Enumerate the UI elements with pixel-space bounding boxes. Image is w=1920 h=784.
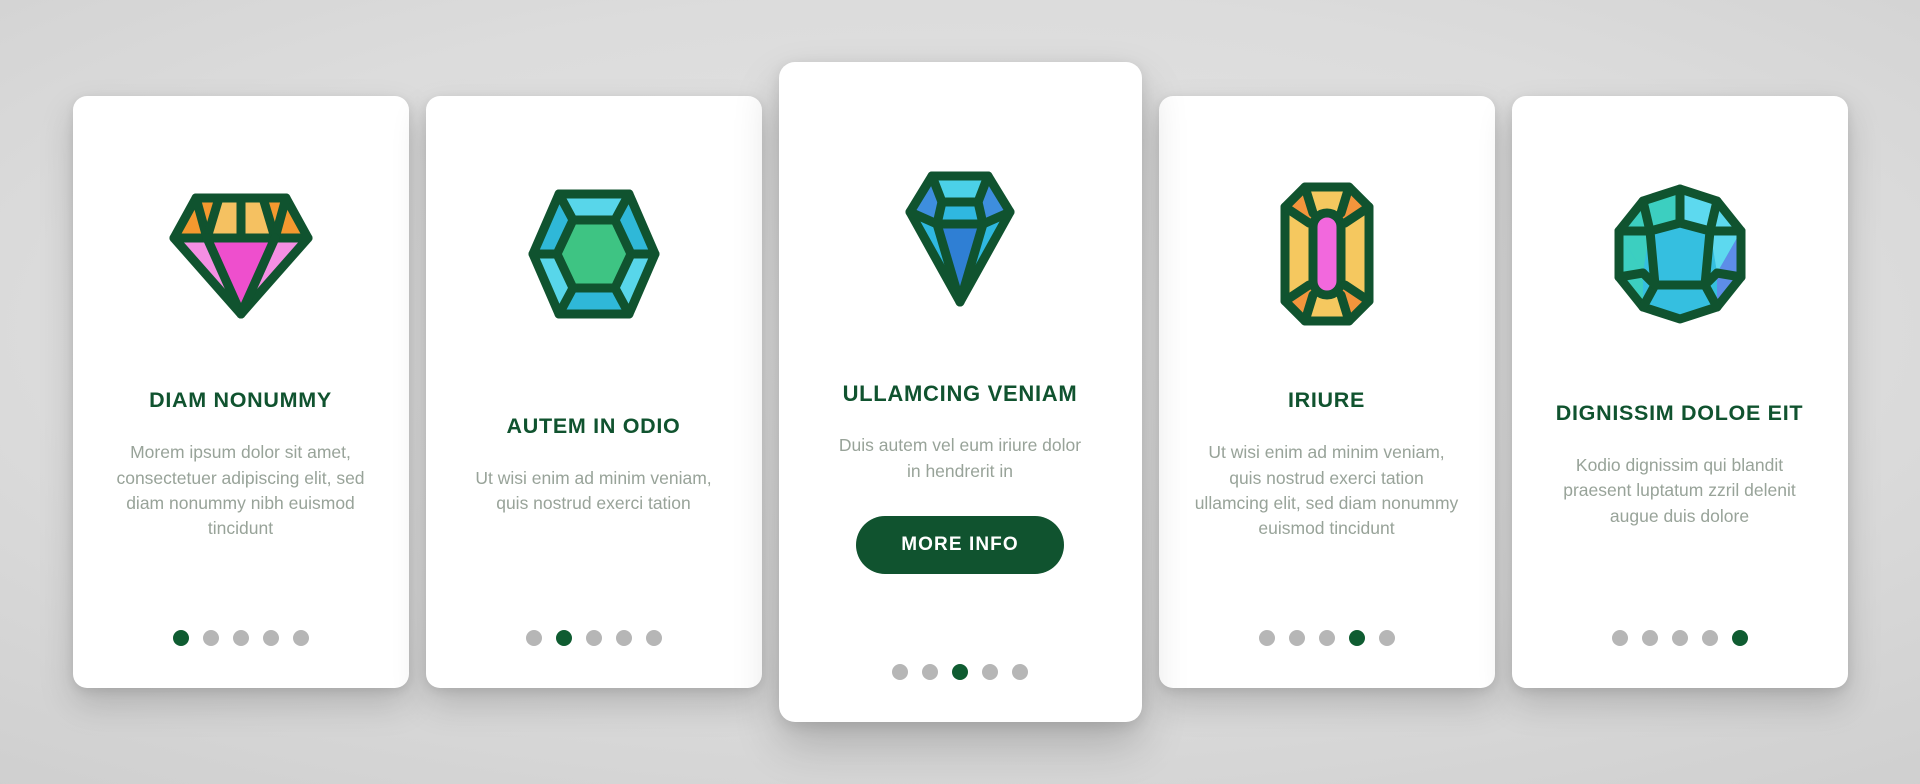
pagination-dot-4[interactable] <box>982 664 998 681</box>
diamond-brilliant-pink-icon <box>166 180 316 328</box>
onboarding-card-3-featured[interactable]: ULLAMCING VENIAM Duis autem vel eum iriu… <box>778 62 1142 722</box>
pagination-dot-1[interactable] <box>172 630 189 647</box>
pagination-dot-1[interactable] <box>1258 630 1275 647</box>
gem-dodecahedron-cyan-icon <box>1609 181 1751 327</box>
pagination-dot-3[interactable] <box>585 630 602 647</box>
onboarding-card-carousel: DIAM NONUMMY Morem ipsum dolor sit amet,… <box>0 0 1920 784</box>
more-info-button[interactable]: MORE INFO <box>856 516 1064 575</box>
gem-icon-container <box>519 174 669 334</box>
gem-icon-container <box>1609 174 1751 334</box>
pagination-dot-1[interactable] <box>892 664 908 681</box>
gem-hexagon-green-icon <box>519 184 669 324</box>
gem-icon-container <box>882 150 1038 325</box>
pagination-dots[interactable] <box>1611 630 1748 647</box>
card-title: AUTEM IN ODIO <box>506 413 681 438</box>
pagination-dot-2[interactable] <box>555 630 572 647</box>
pagination-dots[interactable] <box>1258 630 1395 647</box>
diamond-brilliant-blue-icon <box>882 162 1038 314</box>
pagination-dot-5[interactable] <box>645 630 662 647</box>
pagination-dots[interactable] <box>525 630 662 647</box>
pagination-dots[interactable] <box>172 630 309 647</box>
card-body-text: Morem ipsum dolor sit amet, consectetuer… <box>116 442 365 539</box>
pagination-dot-2[interactable] <box>1641 630 1658 647</box>
pagination-dot-3[interactable] <box>232 630 249 647</box>
pagination-dots[interactable] <box>892 664 1028 681</box>
onboarding-card-2[interactable]: AUTEM IN ODIO Ut wisi enim ad minim veni… <box>425 96 762 688</box>
pagination-dot-5[interactable] <box>1378 630 1395 647</box>
card-text-block: AUTEM IN ODIO Ut wisi enim ad minim veni… <box>448 414 740 517</box>
pagination-dot-2[interactable] <box>1288 630 1305 647</box>
card-title: DIGNISSIM DOLOE EIT <box>1555 401 1804 426</box>
pagination-dot-3[interactable] <box>952 664 968 681</box>
pagination-dot-3[interactable] <box>1671 630 1688 647</box>
pagination-dot-4[interactable] <box>615 630 632 647</box>
gem-emerald-cut-pink-icon <box>1279 179 1375 329</box>
card-title: DIAM NONUMMY <box>149 388 332 413</box>
card-body-text: Duis autem vel eum iriure dolor in hendr… <box>838 435 1082 481</box>
onboarding-card-5[interactable]: DIGNISSIM DOLOE EIT Kodio dignissim qui … <box>1511 96 1848 688</box>
card-body-text: Ut wisi enim ad minim veniam, quis nostr… <box>475 467 712 513</box>
pagination-dot-1[interactable] <box>525 630 542 647</box>
card-body-text: Ut wisi enim ad minim veniam, quis nostr… <box>1194 442 1459 539</box>
pagination-dot-5[interactable] <box>292 630 309 647</box>
pagination-dot-4[interactable] <box>262 630 279 647</box>
card-body-text: Kodio dignissim qui blandit praesent lup… <box>1563 454 1796 526</box>
gem-icon-container <box>166 174 316 334</box>
pagination-dot-5[interactable] <box>1012 664 1028 681</box>
onboarding-card-4[interactable]: IRIURE Ut wisi enim ad minim veniam, qui… <box>1158 96 1495 688</box>
card-title: ULLAMCING VENIAM <box>842 380 1078 406</box>
gem-icon-container <box>1279 174 1375 334</box>
card-text-block: ULLAMCING VENIAM Duis autem vel eum iriu… <box>801 380 1120 575</box>
card-text-block: DIGNISSIM DOLOE EIT Kodio dignissim qui … <box>1534 401 1826 529</box>
pagination-dot-5[interactable] <box>1731 630 1748 647</box>
pagination-dot-3[interactable] <box>1318 630 1335 647</box>
pagination-dot-4[interactable] <box>1348 630 1365 647</box>
pagination-dot-2[interactable] <box>922 664 938 681</box>
card-text-block: DIAM NONUMMY Morem ipsum dolor sit amet,… <box>95 388 387 541</box>
card-text-block: IRIURE Ut wisi enim ad minim veniam, qui… <box>1181 388 1473 541</box>
pagination-dot-1[interactable] <box>1611 630 1628 647</box>
pagination-dot-2[interactable] <box>202 630 219 647</box>
pagination-dot-4[interactable] <box>1701 630 1718 647</box>
onboarding-card-1[interactable]: DIAM NONUMMY Morem ipsum dolor sit amet,… <box>72 96 409 688</box>
card-title: IRIURE <box>1287 388 1366 413</box>
